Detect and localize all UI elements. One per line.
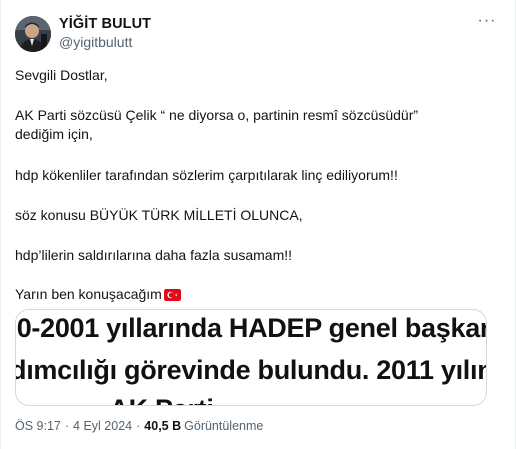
profile-photo-icon — [15, 16, 51, 52]
tweet-text-paragraph-3: hdp kökenliler tarafından sözlerim çarpı… — [15, 167, 398, 183]
tweet-text-paragraph-6: Yarın ben konuşacağım — [15, 285, 181, 304]
tweet-text-greeting: Sevgili Dostlar, — [15, 67, 108, 83]
tweet-text-line: dediğim için, — [15, 126, 93, 142]
tweet-time[interactable]: ÖS 9:17 — [15, 419, 61, 433]
author-handle[interactable]: @yigitbulutt — [59, 34, 132, 50]
views-count: 40,5 B — [144, 419, 182, 433]
attached-image[interactable]: )0-2001 yıllarında HADEP genel başkanı d… — [15, 309, 487, 406]
image-text-line: ... ... ... AK Parti ... — [24, 394, 243, 405]
more-options-icon[interactable]: ··· — [477, 12, 497, 32]
tweet-text-paragraph-4: söz konusu BÜYÜK TÜRK MİLLETİ OLUNCA, — [15, 207, 303, 223]
views-label: Görüntülenme — [184, 419, 264, 433]
avatar[interactable] — [15, 16, 51, 52]
tweet-metadata: ÖS 9:17 · 4 Eyl 2024 · 40,5 B Görüntülen… — [15, 419, 263, 433]
author-display-name[interactable]: YİĞİT BULUT — [59, 16, 151, 32]
tweet-text-paragraph-2: AK Parti sözcüsü Çelik “ ne diyorsa o, p… — [15, 106, 485, 144]
meta-separator: · — [136, 419, 141, 433]
image-text-line: dımcılığı görevinde bulundu. 2011 yılınd… — [15, 355, 487, 385]
meta-separator: · — [64, 419, 70, 433]
tweet-card: YİĞİT BULUT @yigitbulutt ··· Sevgili Dos… — [0, 0, 516, 449]
turkey-flag-icon — [163, 288, 181, 301]
image-text-line: )0-2001 yıllarında HADEP genel başkanı — [15, 313, 487, 343]
tweet-text-closing: Yarın ben konuşacağım — [15, 286, 162, 302]
tweet-text-line: AK Parti sözcüsü Çelik “ ne diyorsa o, p… — [15, 107, 419, 123]
tweet-text-paragraph-5: hdp’lilerin saldırılarına daha fazla sus… — [15, 247, 293, 263]
author-name-row[interactable]: YİĞİT BULUT — [59, 16, 151, 32]
tweet-date[interactable]: 4 Eyl 2024 — [73, 419, 132, 433]
